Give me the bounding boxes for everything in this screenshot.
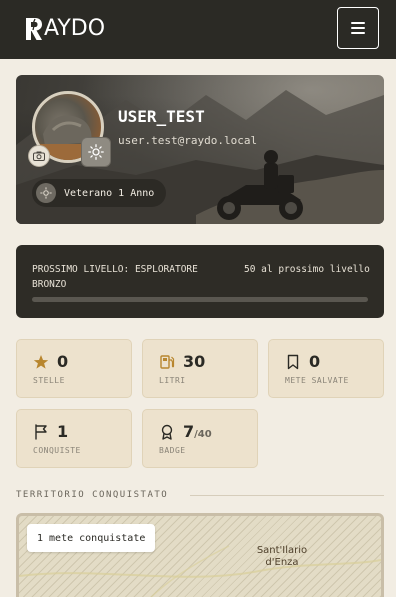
top-bar: AYDO: [0, 0, 396, 59]
veteran-badge-label: Veterano 1 Anno: [64, 187, 155, 199]
stat-value: 0: [309, 352, 321, 371]
stat-label: STELLE: [33, 376, 65, 385]
stat-card-conquiste[interactable]: 1 CONQUISTE: [16, 409, 132, 468]
stat-label: LITRI: [159, 376, 186, 385]
bookmark-icon: [287, 354, 299, 369]
sun-icon: [88, 144, 104, 160]
star-icon: [33, 354, 49, 369]
flag-icon: [35, 423, 47, 440]
stat-denominator: /40: [194, 429, 212, 440]
camera-icon: [33, 151, 45, 161]
next-level-label: PROSSIMO LIVELLO: ESPLORATORE BRONZO: [32, 264, 198, 290]
section-divider: [190, 495, 384, 496]
next-level-panel: PROSSIMO LIVELLO: ESPLORATORE BRONZO 50 …: [16, 245, 384, 318]
map-place-label: Sant'Ilario d'Enza: [256, 545, 308, 568]
stat-label: METE SALVATE: [285, 376, 349, 385]
veteran-badge-chip[interactable]: Veterano 1 Anno: [32, 179, 167, 207]
app-logo[interactable]: AYDO: [24, 15, 105, 43]
stat-card-litri[interactable]: 30 LITRI: [142, 339, 258, 398]
menu-button[interactable]: [337, 7, 379, 49]
stat-card-mete-salvate[interactable]: 0 METE SALVATE: [268, 339, 384, 398]
profile-email: user.test@raydo.local: [118, 134, 258, 147]
territory-section-title: TERRITORIO CONQUISTATO: [16, 490, 169, 500]
fuel-icon: [160, 354, 175, 369]
conquered-count-pill: 1 mete conquistate: [27, 524, 156, 552]
points-remaining: 50 al prossimo livello: [244, 264, 370, 275]
level-progress-bar: [32, 297, 368, 302]
profile-hero-card: USER_TEST user.test@raydo.local Veterano…: [16, 75, 384, 224]
stat-value-number: 7: [183, 422, 195, 441]
stat-label: BADGE: [159, 446, 186, 455]
medal-icon: [161, 424, 173, 440]
territory-map[interactable]: 1 mete conquistate Sant'Ilario d'Enza: [16, 513, 384, 597]
stat-card-stelle[interactable]: 0 STELLE: [16, 339, 132, 398]
hamburger-icon: [351, 22, 365, 24]
stat-value: 30: [183, 352, 206, 371]
change-photo-button[interactable]: [28, 145, 50, 167]
brand-name: AYDO: [44, 16, 106, 41]
stat-value: 0: [57, 352, 69, 371]
stat-value: 1: [57, 422, 69, 441]
stat-value: 7/40: [183, 422, 212, 441]
theme-toggle-button[interactable]: [81, 137, 111, 167]
raydo-logo-icon: [26, 18, 42, 40]
stat-card-badge[interactable]: 7/40 BADGE: [142, 409, 258, 468]
stat-label: CONQUISTE: [33, 446, 81, 455]
sun-badge-icon: [36, 183, 56, 203]
profile-username: USER_TEST: [118, 107, 205, 126]
